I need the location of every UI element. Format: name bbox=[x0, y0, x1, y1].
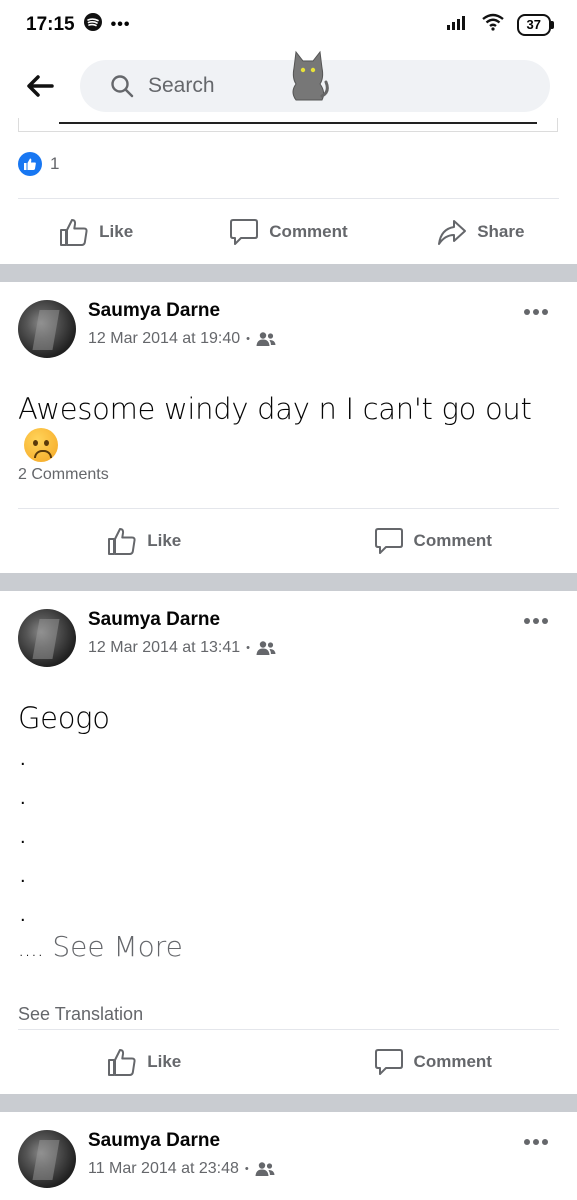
share-label: Share bbox=[477, 222, 525, 241]
like-label: Like bbox=[99, 222, 134, 241]
like-button[interactable]: Like bbox=[0, 511, 289, 571]
sad-face-emoji-icon bbox=[24, 428, 58, 462]
post-separator bbox=[0, 1094, 577, 1112]
post-text-dot: . bbox=[20, 904, 26, 926]
action-bar: Like Comment bbox=[0, 511, 577, 571]
meta-separator: • bbox=[246, 333, 250, 345]
status-more-icon: ••• bbox=[110, 16, 131, 33]
thumbs-up-icon bbox=[108, 1049, 136, 1076]
meta-separator: • bbox=[246, 642, 250, 654]
spotify-icon bbox=[83, 12, 103, 38]
friends-icon bbox=[255, 1162, 275, 1176]
search-icon bbox=[111, 75, 134, 98]
like-label: Like bbox=[147, 1052, 182, 1071]
post-text-dot: . bbox=[20, 787, 26, 809]
signal-icon bbox=[445, 13, 469, 37]
post-text-dot: . bbox=[20, 826, 26, 848]
avatar[interactable] bbox=[18, 1130, 76, 1188]
avatar[interactable] bbox=[18, 609, 76, 667]
comment-button[interactable]: Comment bbox=[289, 511, 577, 571]
share-button[interactable]: Share bbox=[385, 202, 577, 262]
avatar[interactable] bbox=[18, 300, 76, 358]
comment-button[interactable]: Comment bbox=[192, 202, 384, 262]
post-date[interactable]: 11 Mar 2014 at 23:48 bbox=[88, 1160, 239, 1178]
status-bar: 17:15 ••• 37 bbox=[0, 0, 577, 50]
friends-icon bbox=[256, 332, 276, 346]
cat-icon bbox=[292, 50, 329, 101]
thumbs-up-icon bbox=[108, 528, 136, 555]
comment-icon bbox=[230, 219, 259, 245]
post-separator bbox=[0, 573, 577, 591]
comment-button[interactable]: Comment bbox=[289, 1032, 577, 1092]
post-header: Saumya Darne 11 Mar 2014 at 23:48 • bbox=[18, 1130, 559, 1190]
post-meta: 11 Mar 2014 at 23:48 • bbox=[88, 1160, 275, 1178]
comment-label: Comment bbox=[269, 222, 348, 241]
wifi-icon bbox=[481, 13, 505, 37]
comment-icon bbox=[374, 1049, 403, 1075]
like-button[interactable]: Like bbox=[0, 202, 192, 262]
post-text: Awesome windy day n I can't go out bbox=[18, 392, 532, 426]
search-bar[interactable] bbox=[80, 50, 550, 112]
divider bbox=[18, 198, 559, 199]
battery-icon: 37 bbox=[516, 14, 555, 36]
post-date[interactable]: 12 Mar 2014 at 13:41 bbox=[88, 639, 240, 657]
comment-icon bbox=[374, 528, 403, 554]
author-name[interactable]: Saumya Darne bbox=[88, 1130, 220, 1152]
post-header: Saumya Darne 12 Mar 2014 at 19:40 • bbox=[18, 300, 559, 360]
comment-label: Comment bbox=[413, 1052, 492, 1071]
action-bar: Like Comment bbox=[0, 1032, 577, 1092]
like-reaction-icon bbox=[18, 152, 42, 176]
reaction-count: 1 bbox=[50, 154, 60, 173]
post-header: Saumya Darne 12 Mar 2014 at 13:41 • bbox=[18, 609, 559, 669]
meta-separator: • bbox=[244, 1163, 249, 1175]
divider bbox=[18, 1029, 559, 1030]
like-button[interactable]: Like bbox=[0, 1032, 289, 1092]
more-options-icon[interactable] bbox=[523, 308, 549, 316]
arrow-left-icon bbox=[27, 75, 54, 97]
friends-icon bbox=[256, 641, 276, 655]
back-button[interactable] bbox=[0, 74, 80, 98]
post-body: Awesome windy day n I can't go out bbox=[18, 392, 577, 462]
post-text-dot: . bbox=[20, 748, 26, 770]
status-time: 17:15 bbox=[26, 14, 75, 35]
comment-label: Comment bbox=[413, 531, 492, 550]
author-name[interactable]: Saumya Darne bbox=[88, 609, 220, 631]
author-name[interactable]: Saumya Darne bbox=[88, 300, 220, 322]
comments-count[interactable]: 2 Comments bbox=[18, 466, 109, 484]
see-translation-link[interactable]: See Translation bbox=[18, 1004, 143, 1025]
post-text-dot: . bbox=[20, 865, 26, 887]
post-date[interactable]: 12 Mar 2014 at 19:40 bbox=[88, 330, 240, 348]
app-bar bbox=[0, 50, 577, 122]
post-meta: 12 Mar 2014 at 13:41 • bbox=[88, 639, 276, 657]
more-options-icon[interactable] bbox=[523, 617, 549, 625]
share-icon bbox=[438, 220, 467, 245]
previous-post-media[interactable] bbox=[18, 118, 558, 132]
action-bar: Like Comment Share bbox=[0, 202, 577, 262]
post-text: Geogo bbox=[18, 701, 110, 735]
thumbs-up-icon bbox=[60, 219, 88, 246]
reaction-summary[interactable]: 1 bbox=[18, 152, 59, 176]
post-meta: 12 Mar 2014 at 19:40 • bbox=[88, 330, 276, 348]
ellipsis: .... bbox=[18, 937, 44, 961]
see-more-line: .... See More bbox=[18, 930, 183, 963]
post-separator bbox=[0, 264, 577, 282]
divider bbox=[18, 508, 559, 509]
see-more-link[interactable]: See More bbox=[52, 930, 183, 963]
like-label: Like bbox=[147, 531, 182, 550]
more-options-icon[interactable] bbox=[523, 1138, 549, 1146]
